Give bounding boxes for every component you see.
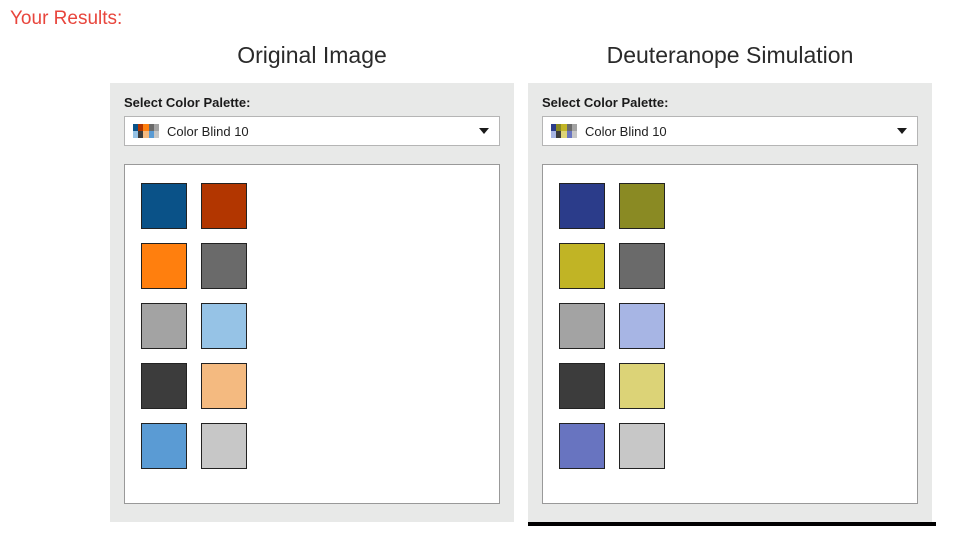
thumb-cell xyxy=(154,124,159,131)
color-swatch xyxy=(141,303,187,349)
color-swatch xyxy=(619,363,665,409)
color-swatch xyxy=(559,423,605,469)
results-header: Your Results: xyxy=(10,8,965,30)
color-swatch xyxy=(201,243,247,289)
color-swatch xyxy=(141,363,187,409)
color-swatch xyxy=(201,183,247,229)
color-swatch xyxy=(201,363,247,409)
color-swatch xyxy=(201,423,247,469)
swatch-box-original xyxy=(124,164,500,504)
thumb-cell xyxy=(154,131,159,138)
panel-title-deuteranope: Deuteranope Simulation xyxy=(607,42,854,69)
panels-container: Original Image Select Color Palette: Col… xyxy=(10,42,965,522)
color-swatch xyxy=(201,303,247,349)
chevron-down-icon xyxy=(897,128,907,134)
swatch-grid-original xyxy=(141,183,483,469)
thumb-cell xyxy=(572,124,577,131)
swatch-grid-deuteranope xyxy=(559,183,901,469)
panel-original: Original Image Select Color Palette: Col… xyxy=(110,42,514,522)
color-swatch xyxy=(559,243,605,289)
color-swatch xyxy=(141,183,187,229)
color-swatch xyxy=(559,363,605,409)
palette-dropdown-deuteranope[interactable]: Color Blind 10 xyxy=(542,116,918,146)
color-swatch xyxy=(141,243,187,289)
color-swatch xyxy=(619,243,665,289)
chevron-down-icon xyxy=(479,128,489,134)
palette-thumb-icon xyxy=(551,124,577,138)
color-swatch xyxy=(141,423,187,469)
palette-label-original: Select Color Palette: xyxy=(124,95,500,110)
color-swatch xyxy=(559,303,605,349)
palette-dropdown-original[interactable]: Color Blind 10 xyxy=(124,116,500,146)
palette-dropdown-text: Color Blind 10 xyxy=(585,124,667,139)
thumb-cell xyxy=(572,131,577,138)
panel-deuteranope: Deuteranope Simulation Select Color Pale… xyxy=(528,42,932,522)
palette-label-deuteranope: Select Color Palette: xyxy=(542,95,918,110)
panel-title-original: Original Image xyxy=(237,42,387,69)
panel-body-deuteranope: Select Color Palette: Color Blind 10 xyxy=(528,83,932,522)
panel-body-original: Select Color Palette: Color Blind 10 xyxy=(110,83,514,522)
color-swatch xyxy=(559,183,605,229)
color-swatch xyxy=(619,183,665,229)
palette-thumb-icon xyxy=(133,124,159,138)
palette-dropdown-text: Color Blind 10 xyxy=(167,124,249,139)
color-swatch xyxy=(619,423,665,469)
swatch-box-deuteranope xyxy=(542,164,918,504)
color-swatch xyxy=(619,303,665,349)
